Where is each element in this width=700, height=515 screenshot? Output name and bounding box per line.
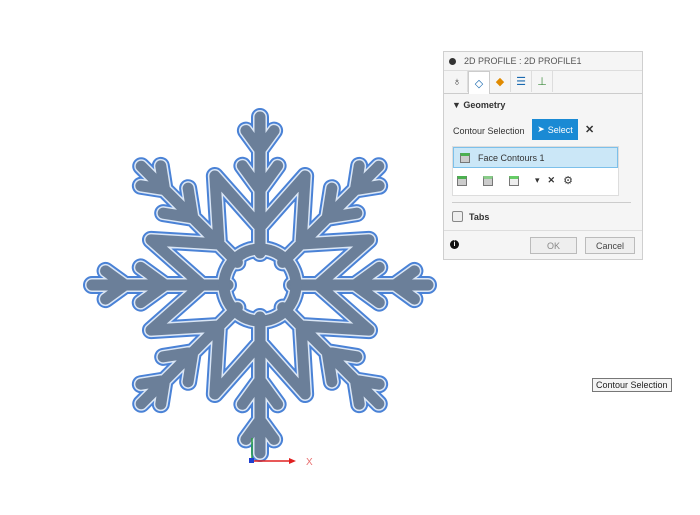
dialog-title: 2D PROFILE : 2D PROFILE1 bbox=[464, 56, 582, 66]
add-edge-icon[interactable] bbox=[483, 175, 493, 186]
tab-passes[interactable]: ☰ bbox=[511, 71, 532, 92]
remove-icon[interactable]: ✕ bbox=[548, 175, 556, 186]
tabs-checkbox-row[interactable]: Tabs bbox=[452, 211, 489, 222]
profile-dialog: 2D PROFILE : 2D PROFILE1 ♁ ◇ ◆ ☰ ⊥ ▼ Geo… bbox=[443, 51, 643, 260]
geometry-icon: ◇ bbox=[474, 77, 484, 90]
geometry-section-header[interactable]: ▼ Geometry bbox=[452, 100, 505, 110]
add-face-icon[interactable] bbox=[457, 175, 467, 186]
snowflake-arms[interactable] bbox=[86, 111, 434, 459]
gear-icon[interactable]: ⚙ bbox=[563, 174, 573, 187]
info-icon[interactable]: i bbox=[450, 240, 459, 249]
list-item[interactable]: Face Contours 1 bbox=[453, 147, 618, 168]
tool-icon: ♁ bbox=[452, 75, 462, 88]
cursor-icon: ➤ bbox=[537, 124, 545, 134]
contour-selection-label: Contour Selection bbox=[453, 126, 525, 136]
dropdown-icon[interactable]: ▾ bbox=[535, 175, 540, 186]
tab-tool[interactable]: ♁ bbox=[447, 71, 468, 92]
collapse-triangle-icon: ▼ bbox=[452, 100, 464, 110]
section-title: Geometry bbox=[463, 100, 506, 110]
tabs-checkbox[interactable] bbox=[452, 211, 463, 222]
selection-list: Face Contours 1 ▾ ✕ ⚙ bbox=[452, 146, 619, 196]
collapse-icon[interactable] bbox=[449, 57, 456, 65]
item-label: Face Contours 1 bbox=[478, 152, 545, 163]
tooltip: Contour Selection bbox=[592, 378, 672, 392]
select-label: Select bbox=[547, 124, 573, 135]
select-button[interactable]: ➤ Select bbox=[532, 119, 578, 140]
tab-geometry[interactable]: ◇ bbox=[468, 71, 490, 94]
linking-icon: ⊥ bbox=[537, 76, 547, 88]
divider bbox=[444, 230, 642, 231]
heights-icon: ◆ bbox=[495, 76, 505, 88]
passes-icon: ☰ bbox=[516, 76, 526, 88]
x-axis-label: X bbox=[306, 457, 313, 468]
add-sketch-icon[interactable] bbox=[509, 175, 519, 186]
clear-selection-icon[interactable]: ✕ bbox=[585, 123, 594, 136]
ok-button[interactable]: OK bbox=[530, 237, 577, 254]
snowflake-profile[interactable] bbox=[83, 108, 437, 462]
divider bbox=[452, 202, 631, 203]
tab-heights[interactable]: ◆ bbox=[490, 71, 511, 92]
tabs-label: Tabs bbox=[469, 211, 490, 222]
face-icon bbox=[460, 152, 470, 163]
cancel-button[interactable]: Cancel bbox=[585, 237, 635, 254]
dialog-title-bar: 2D PROFILE : 2D PROFILE1 bbox=[444, 52, 642, 71]
tab-linking[interactable]: ⊥ bbox=[532, 71, 553, 92]
